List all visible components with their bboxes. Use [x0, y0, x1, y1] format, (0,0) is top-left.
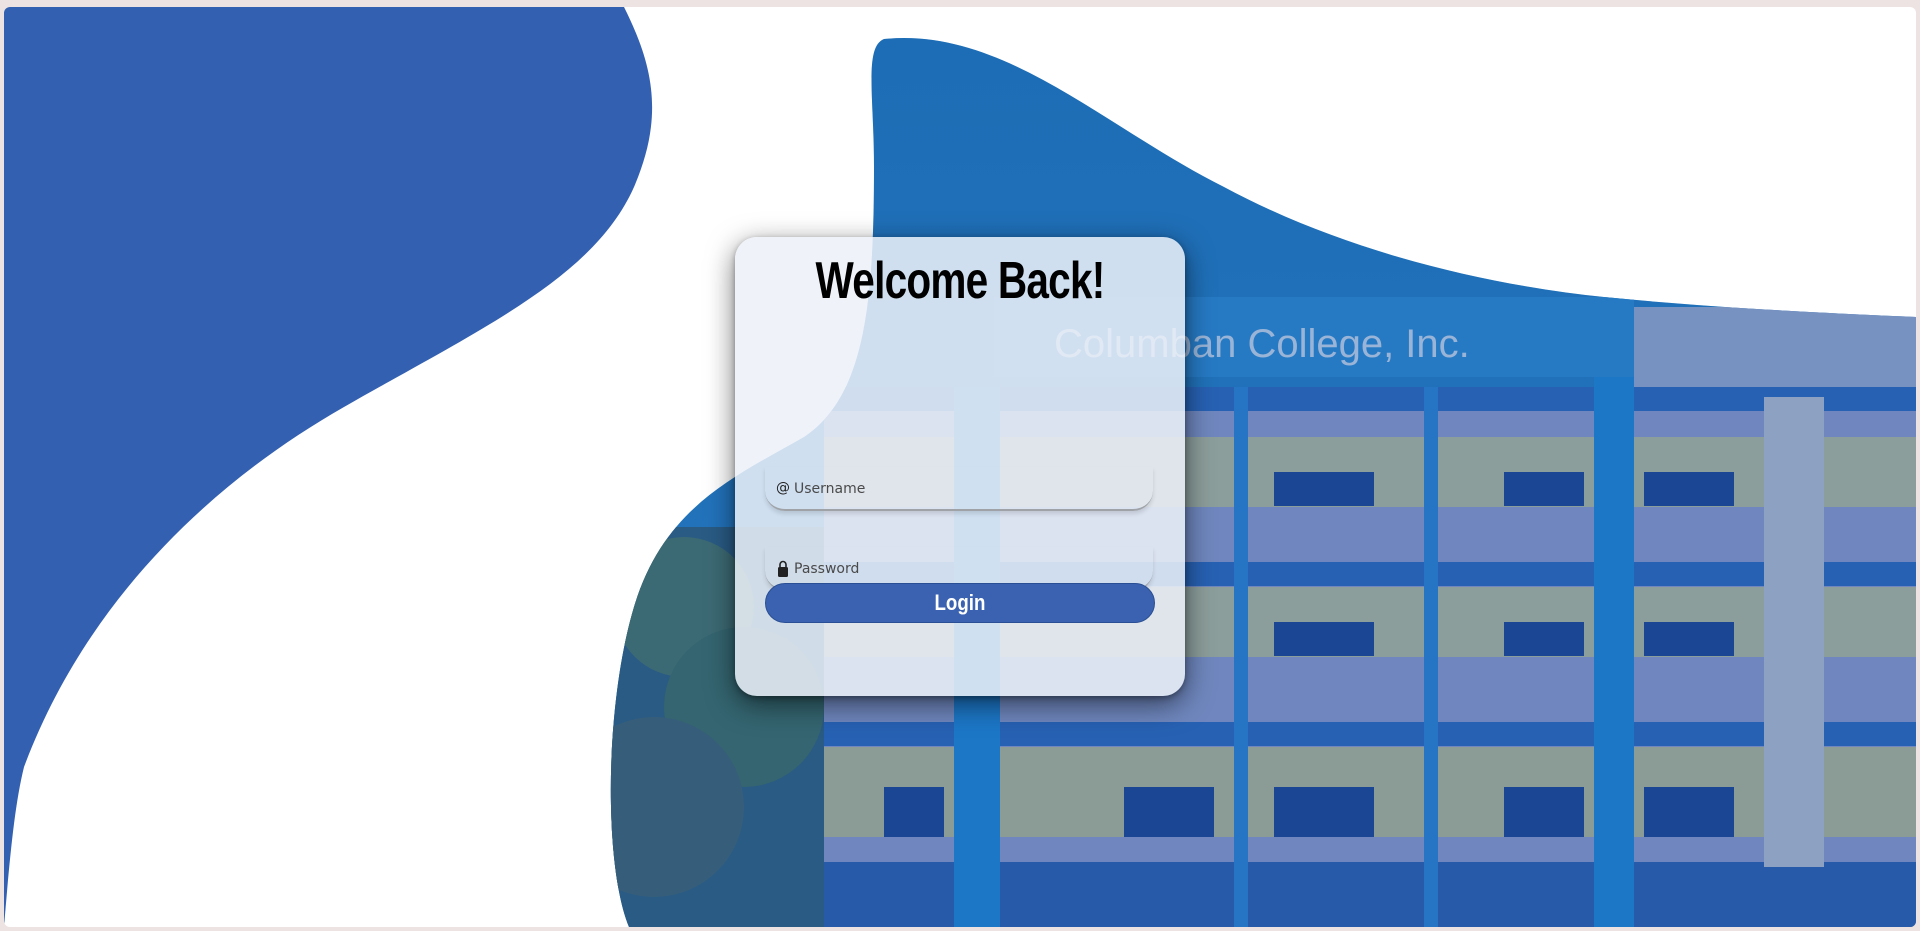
password-input[interactable] [794, 555, 1134, 583]
login-button[interactable]: Login [765, 583, 1155, 623]
login-card: Welcome Back! @ Login [735, 237, 1185, 696]
username-field[interactable]: @ [765, 467, 1153, 511]
page-frame: Columban College, Inc. Welcome Back! @ U… [4, 7, 1916, 927]
at-sign-icon: @ [776, 480, 790, 496]
login-button-label: Login [934, 590, 986, 615]
lock-icon [778, 560, 788, 577]
left-blue-wave [4, 7, 653, 927]
username-input[interactable] [794, 475, 1134, 503]
welcome-title: Welcome Back! [815, 252, 1106, 310]
